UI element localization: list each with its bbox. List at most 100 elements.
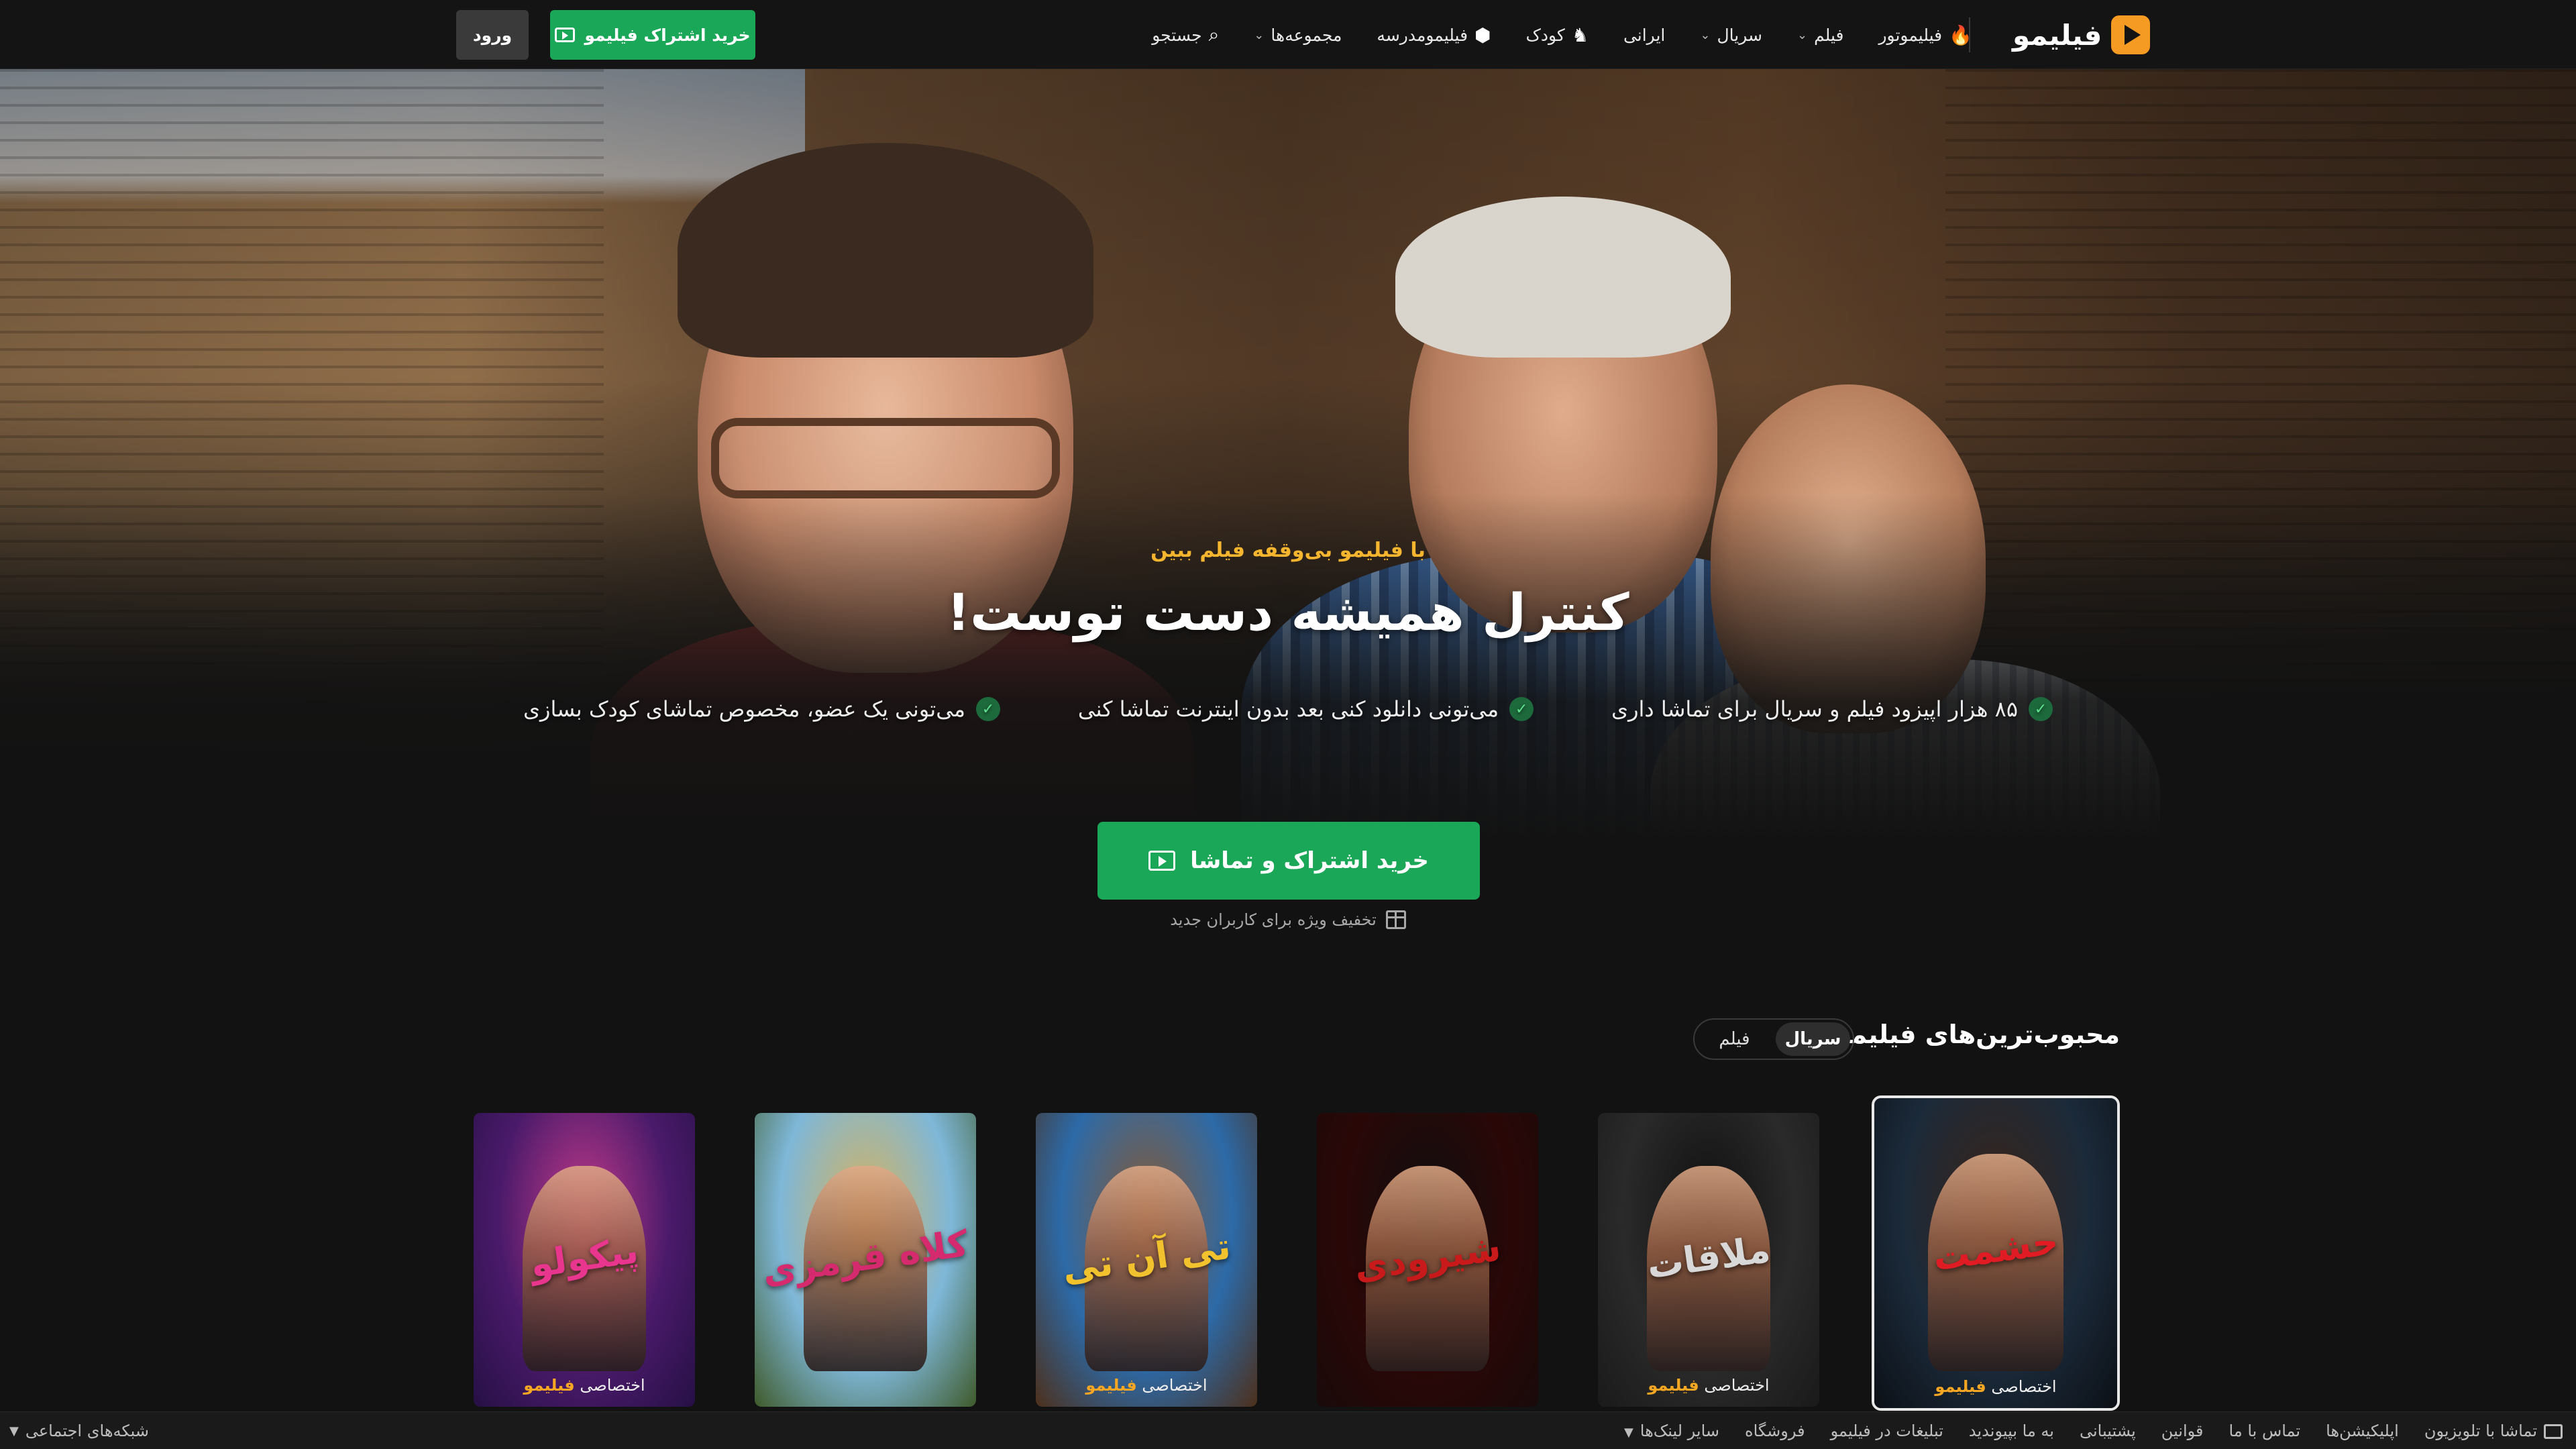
exclusive-badge: اختصاصی فیلیمو [1036, 1376, 1257, 1395]
nav-item-0[interactable]: 🔥 فیلیموتور [1878, 24, 1972, 46]
top-header: فیلیمو 🔥 فیلیموتور فیلم ⌄ سریال ⌄ ایرانی ♞ کودک ⬢… [0, 0, 2576, 69]
login-button[interactable]: ورود [456, 10, 529, 60]
footer-link-label: سایر لینک‌ها [1640, 1421, 1720, 1440]
footer-link[interactable]: تماس با ما [2229, 1421, 2301, 1440]
hero-feature: ✓ ۸۵ هزار اپیزود فیلم و سریال برای تماشا … [1611, 696, 2053, 722]
hero-feature-text: می‌تونی یک عضو، مخصوص تماشای کودک بسازی [523, 696, 965, 722]
discount-text: تخفیف ویژه برای کاربران جدید [1170, 910, 1377, 929]
exclusive-badge: اختصاصی فیلیمو [1598, 1376, 1819, 1395]
gift-icon [1385, 910, 1406, 929]
footer-link-label: تماس با ما [2229, 1421, 2301, 1440]
poster-card[interactable]: تی آن تی اختصاصی فیلیمو [1036, 1113, 1257, 1407]
bottom-bar: تماشا با تلویزیون اپلیکیشن‌ها تماس با ما قو… [0, 1411, 2576, 1449]
footer-link[interactable]: سایر لینک‌ها ▼ [1624, 1421, 1719, 1440]
chevron-down-icon: ⌄ [1254, 28, 1265, 42]
hero-title: کنترل همیشه دست توست! [947, 582, 1629, 642]
nav-item-1[interactable]: فیلم ⌄ [1797, 25, 1844, 45]
footer-link-label: تماشا با تلویزیون [2424, 1421, 2537, 1440]
buy-and-watch-label: خرید اشتراک و تماشا [1190, 847, 1429, 874]
popular-type-toggle: سریال فیلم [1693, 1018, 1854, 1060]
school-icon: ⬢ [1474, 23, 1491, 46]
footer-links: تماشا با تلویزیون اپلیکیشن‌ها تماس با ما قو… [1624, 1412, 2563, 1449]
poster-card[interactable]: شیرودی [1317, 1113, 1538, 1407]
hero-feature-text: می‌تونی دانلود کنی بعد بدون اینترنت تماش… [1077, 696, 1499, 722]
poster-card[interactable]: کلاه قرمزی [755, 1113, 976, 1407]
exclusive-prefix: اختصاصی [1142, 1376, 1208, 1395]
buy-and-watch-button[interactable]: خرید اشتراک و تماشا [1097, 822, 1480, 900]
hero-banner: با فیلیمو بی‌وقفه فیلم ببین کنترل همیشه … [0, 69, 2576, 841]
chevron-down-icon: ⌄ [1796, 28, 1808, 42]
exclusive-badge: اختصاصی فیلیمو [474, 1376, 695, 1395]
buy-subscription-button[interactable]: خرید اشتراک فیلیمو [550, 10, 755, 60]
hero-fade-overlay [0, 69, 2576, 841]
footer-link-label: فروشگاه [1745, 1421, 1805, 1440]
poster-card[interactable]: ملاقات اختصاصی فیلیمو [1598, 1113, 1819, 1407]
hero-features: ✓ ۸۵ هزار اپیزود فیلم و سریال برای تماشا … [523, 696, 2053, 722]
nav-item-3[interactable]: ایرانی [1623, 25, 1665, 45]
discount-note: تخفیف ویژه برای کاربران جدید [1100, 910, 1476, 929]
footer-link-label: تبلیغات در فیلیمو [1830, 1421, 1943, 1440]
nav-item-7[interactable]: ⌕ جستجو [1152, 23, 1219, 46]
logo-text: فیلیمو [2012, 18, 2102, 52]
exclusive-brand: فیلیمو [1648, 1376, 1699, 1395]
exclusive-prefix: اختصاصی [580, 1376, 645, 1395]
play-logo-icon [2111, 15, 2151, 54]
exclusive-prefix: اختصاصی [1991, 1377, 2057, 1396]
caret-down-icon: ▼ [9, 1424, 19, 1438]
nav-item-label: فیلیموتور [1878, 25, 1943, 45]
nav-item-6[interactable]: مجموعه‌ها ⌄ [1254, 25, 1342, 45]
exclusive-brand: فیلیمو [523, 1376, 575, 1395]
check-icon: ✓ [1509, 697, 1534, 721]
nav-item-label: جستجو [1152, 25, 1202, 45]
tab-movie[interactable]: فیلم [1697, 1022, 1772, 1056]
footer-link[interactable]: قوانین [2161, 1421, 2204, 1440]
caret-down-icon: ▼ [1623, 1426, 1633, 1440]
filimo-logo[interactable]: فیلیمو [2012, 15, 2151, 55]
check-icon: ✓ [976, 697, 1000, 721]
poster-card[interactable]: پیکولو اختصاصی فیلیمو [474, 1113, 695, 1407]
footer-link[interactable]: تماشا با تلویزیون [2424, 1421, 2563, 1440]
nav-item-label: فیلم [1814, 25, 1844, 45]
tv-icon [2544, 1424, 2563, 1439]
nav-item-5[interactable]: ⬢ فیلیمومدرسه [1377, 24, 1491, 46]
hero-feature: ✓ می‌تونی دانلود کنی بعد بدون اینترنت تما… [1078, 696, 1534, 722]
exclusive-badge: اختصاصی فیلیمو [1874, 1377, 2117, 1396]
social-networks-label: شبکه‌های اجتماعی [25, 1421, 149, 1440]
footer-link-label: پشتیبانی [2079, 1421, 2136, 1440]
footer-link-label: قوانین [2161, 1421, 2204, 1440]
tab-series[interactable]: سریال [1776, 1022, 1850, 1056]
footer-link-label: اپلیکیشن‌ها [2326, 1421, 2399, 1440]
tv-play-icon [1148, 851, 1176, 871]
nav-item-label: کودک [1525, 25, 1565, 45]
popular-section-title: محبوب‌ترین‌های فیلیمو [1835, 1020, 2120, 1049]
nav-item-4[interactable]: ♞ کودک [1526, 24, 1589, 46]
footer-link[interactable]: تبلیغات در فیلیمو [1831, 1421, 1943, 1440]
footer-link[interactable]: فروشگاه [1745, 1421, 1805, 1440]
nav-item-label: ایرانی [1623, 25, 1666, 45]
nav-item-2[interactable]: سریال ⌄ [1700, 25, 1762, 45]
fire-icon: 🔥 [1949, 23, 1972, 46]
hero-feature: ✓ می‌تونی یک عضو، مخصوص تماشای کودک بسازی [523, 696, 1000, 722]
poster-card[interactable]: حشمت اختصاصی فیلیمو [1872, 1095, 2120, 1411]
footer-link[interactable]: به ما بپیوندید [1969, 1421, 2054, 1440]
rocking-horse-icon: ♞ [1571, 23, 1589, 46]
hero-tagline: با فیلیمو بی‌وقفه فیلم ببین [1150, 539, 1426, 562]
main-nav: 🔥 فیلیموتور فیلم ⌄ سریال ⌄ ایرانی ♞ کودک ⬢ فیلیموم… [1006, 16, 1972, 54]
hero-feature-text: ۸۵ هزار اپیزود فیلم و سریال برای تماشا د… [1611, 696, 2018, 722]
nav-item-label: سریال [1717, 25, 1762, 45]
check-icon: ✓ [2029, 697, 2053, 721]
tv-play-icon [555, 28, 576, 42]
buy-subscription-label: خرید اشتراک فیلیمو [584, 25, 751, 45]
footer-link-label: به ما بپیوندید [1968, 1421, 2054, 1440]
popular-cards-row: حشمت اختصاصی فیلیمو ملاقات اختصاصی فیلیمو شی… [468, 1095, 2120, 1411]
footer-link[interactable]: پشتیبانی [2080, 1421, 2136, 1440]
nav-item-label: فیلیمومدرسه [1377, 25, 1468, 45]
exclusive-brand: فیلیمو [1935, 1377, 1986, 1396]
nav-item-label: مجموعه‌ها [1271, 25, 1342, 45]
search-icon: ⌕ [1208, 23, 1220, 46]
footer-link[interactable]: اپلیکیشن‌ها [2326, 1421, 2399, 1440]
exclusive-brand: فیلیمو [1085, 1376, 1137, 1395]
chevron-down-icon: ⌄ [1700, 28, 1711, 42]
social-networks-toggle[interactable]: شبکه‌های اجتماعی ▼ [9, 1412, 149, 1449]
exclusive-prefix: اختصاصی [1704, 1376, 1770, 1395]
